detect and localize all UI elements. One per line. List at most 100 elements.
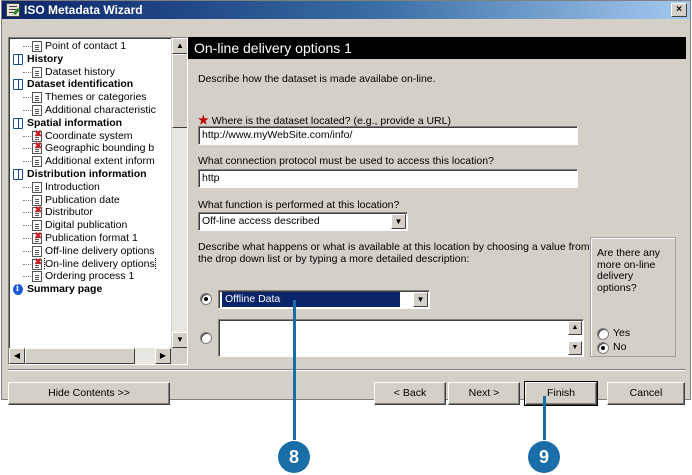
- chevron-down-icon[interactable]: ▼: [391, 214, 406, 229]
- window-title: ISO Metadata Wizard: [24, 3, 143, 17]
- scroll-thumb-horizontal[interactable]: [25, 348, 135, 364]
- book-icon: [13, 117, 23, 129]
- protocol-label: What connection protocol must be used to…: [198, 155, 494, 167]
- tree-item[interactable]: Additional extent inform: [11, 155, 171, 168]
- cancel-button[interactable]: Cancel: [607, 382, 685, 405]
- tree-item[interactable]: Introduction: [11, 181, 171, 194]
- page-icon: [32, 156, 42, 168]
- function-dropdown-value: Off-line access described: [202, 215, 320, 227]
- title-bar: ISO Metadata Wizard ×: [2, 1, 690, 19]
- describe-text-line1: Describe what happens or what is availab…: [198, 241, 590, 253]
- tree-list: Point of contact 1 History Dataset history…: [11, 40, 171, 348]
- tree-item-label: Ordering process 1: [45, 270, 135, 283]
- required-star-icon: ★: [198, 113, 209, 127]
- tree-item[interactable]: Publication date: [11, 194, 171, 207]
- scroll-down-arrow-icon[interactable]: ▼: [172, 332, 187, 348]
- description-textarea[interactable]: ▲ ▼: [218, 319, 584, 357]
- tree-item-label: Publication format 1: [45, 231, 138, 244]
- scroll-right-arrow-icon[interactable]: ▶: [155, 348, 171, 364]
- tree-item[interactable]: Geographic bounding b: [11, 142, 171, 155]
- scroll-thumb[interactable]: [172, 54, 187, 128]
- tree-item[interactable]: History: [11, 53, 171, 66]
- scroll-left-arrow-icon[interactable]: ◀: [9, 348, 25, 364]
- tree-item[interactable]: Additional characteristic: [11, 104, 171, 117]
- tree-item-label: Distribution information: [27, 167, 147, 180]
- protocol-input[interactable]: http: [198, 169, 578, 188]
- page-icon: [32, 104, 42, 116]
- page-content: On-line delivery options 1 Describe how …: [188, 37, 686, 365]
- page-x-icon: [32, 142, 42, 155]
- page-icon: [32, 271, 42, 283]
- close-button[interactable]: ×: [671, 3, 687, 17]
- no-label: No: [613, 341, 627, 353]
- page-icon: [32, 245, 42, 257]
- tree-item[interactable]: Distributor: [11, 206, 171, 219]
- button-divider: [8, 369, 686, 371]
- tree-item[interactable]: Summary page: [11, 283, 171, 296]
- tree-item[interactable]: Point of contact 1: [11, 40, 171, 53]
- hide-contents-button[interactable]: Hide Contents >>: [8, 382, 170, 405]
- page-icon: [32, 41, 42, 52]
- callout-8-badge: 8: [278, 441, 310, 473]
- tree-item[interactable]: On-line delivery options: [11, 257, 171, 271]
- tree-horizontal-scrollbar[interactable]: ◀ ▶: [9, 348, 171, 364]
- scroll-up-arrow-icon[interactable]: ▲: [172, 38, 187, 54]
- tree-item-label: Dataset history: [45, 65, 116, 78]
- yes-label: Yes: [613, 327, 631, 339]
- tree-item-label: Point of contact 1: [45, 40, 127, 52]
- location-url-input[interactable]: http://www.myWebSite.com/info/: [198, 126, 578, 145]
- option-text-radio[interactable]: [200, 332, 212, 344]
- tree-item-label: Digital publication: [45, 219, 128, 232]
- tree-item-label: Themes or categories: [45, 91, 147, 104]
- book-icon: [13, 168, 23, 180]
- callout-9-badge: 9: [528, 441, 560, 473]
- function-dropdown[interactable]: Off-line access described ▼: [198, 212, 408, 231]
- next-button[interactable]: Next >: [448, 382, 520, 405]
- callout-8-pointer: [293, 300, 296, 440]
- option-list-radio[interactable]: [200, 293, 212, 305]
- tree-item[interactable]: Dataset identification: [11, 78, 171, 91]
- page-x-icon: [32, 130, 42, 142]
- page-icon: [32, 66, 42, 78]
- tree-item-label: Additional extent inform: [45, 155, 155, 168]
- more-options-yes-radio[interactable]: [597, 328, 609, 340]
- page-title: On-line delivery options 1: [188, 37, 686, 59]
- page-icon: [32, 194, 42, 206]
- function-label: What function is performed at this locat…: [198, 199, 400, 211]
- tree-item-label: Spatial information: [27, 116, 123, 129]
- offline-data-value: Offline Data: [222, 292, 400, 307]
- tree-item[interactable]: Publication format 1: [11, 232, 171, 245]
- tree-item-label: Introduction: [45, 180, 100, 193]
- textarea-scroll-up-icon[interactable]: ▲: [568, 321, 582, 335]
- more-options-group: Are there any more on-line delivery opti…: [590, 237, 676, 357]
- offline-data-dropdown[interactable]: Offline Data ▼: [218, 290, 430, 309]
- tree-item[interactable]: Spatial information: [11, 117, 171, 130]
- contents-tree[interactable]: Point of contact 1 History Dataset history…: [8, 37, 188, 365]
- location-label: ★ Where is the dataset located? (e.g., p…: [198, 113, 451, 127]
- tree-item-label: On-line delivery options: [44, 257, 156, 271]
- page-icon: [32, 220, 42, 232]
- tree-vertical-scrollbar[interactable]: ▲ ▼: [171, 38, 187, 348]
- page-x-icon: [32, 232, 42, 244]
- tree-item[interactable]: Dataset history: [11, 66, 171, 79]
- tree-item[interactable]: Ordering process 1: [11, 270, 171, 283]
- back-button[interactable]: < Back: [374, 382, 446, 405]
- tree-item[interactable]: Distribution information: [11, 168, 171, 181]
- textarea-scroll-down-icon[interactable]: ▼: [568, 341, 582, 355]
- tree-item[interactable]: Off-line delivery options: [11, 245, 171, 258]
- wizard-window: ISO Metadata Wizard × Point of contact 1…: [1, 0, 691, 406]
- tree-item[interactable]: Digital publication: [11, 219, 171, 232]
- tree-item-label: Off-line delivery options: [45, 244, 155, 257]
- finish-button[interactable]: Finish: [524, 381, 598, 406]
- wizard-app-icon: [6, 3, 20, 17]
- page-x-icon: [32, 258, 42, 270]
- tree-item-label: Coordinate system: [45, 129, 133, 142]
- callout-9-pointer: [543, 396, 546, 440]
- more-options-question: Are there any more on-line delivery opti…: [597, 247, 661, 294]
- tree-item[interactable]: Themes or categories: [11, 91, 171, 104]
- chevron-down-icon[interactable]: ▼: [413, 292, 428, 307]
- tree-item-label: Distributor: [45, 206, 93, 219]
- tree-item-label: Geographic bounding b: [45, 142, 155, 155]
- more-options-no-radio[interactable]: [597, 342, 609, 354]
- tree-item[interactable]: Coordinate system: [11, 130, 171, 143]
